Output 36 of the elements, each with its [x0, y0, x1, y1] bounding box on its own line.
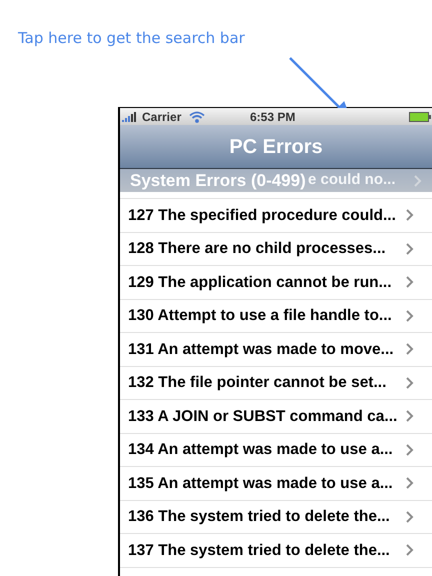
- list-row[interactable]: 136 The system tried to delete the...: [120, 500, 432, 534]
- annotation-text: Tap here to get the search bar: [18, 28, 246, 48]
- row-text: 134 An attempt was made to use a...: [127, 440, 394, 460]
- chevron-icon: [406, 477, 414, 490]
- chevron-icon: [406, 410, 414, 422]
- wifi-icon: [189, 110, 206, 122]
- section-title: System Errors (0-499): [129, 170, 306, 192]
- battery-icon: [409, 112, 431, 122]
- row-text: 133 A JOIN or SUBST command ca...: [127, 406, 398, 427]
- carrier-label: Carrier: [142, 108, 182, 126]
- chevron-icon: [406, 209, 414, 222]
- row-text: 131 An attempt was made to move...: [127, 340, 395, 360]
- row-text: 132 The file pointer cannot be set...: [127, 373, 388, 394]
- chevron-icon: [414, 174, 422, 186]
- list-row[interactable]: 128 There are no child processes...: [120, 232, 432, 266]
- chevron-icon: [406, 544, 414, 556]
- chevron-icon: [406, 444, 414, 456]
- row-text: e could no...: [308, 170, 396, 190]
- chevron-icon: [406, 276, 414, 288]
- navigation-title: PC Errors: [229, 134, 323, 160]
- list-row[interactable]: 134 An attempt was made to use a...: [120, 434, 432, 467]
- chevron-icon: [406, 242, 414, 255]
- list-row[interactable]: 132 The file pointer cannot be set...: [120, 366, 432, 400]
- row-text: 136 The system tried to delete the...: [127, 507, 391, 528]
- list-row[interactable]: 130 Attempt to use a file handle to...: [120, 300, 432, 333]
- chevron-icon: [406, 376, 414, 389]
- status-time: 6:53 PM: [250, 108, 296, 126]
- chevron-icon: [406, 343, 414, 356]
- row-text: 127 The specified procedure could...: [127, 206, 397, 226]
- row-text: 128 There are no child processes...: [127, 239, 387, 260]
- row-text: 130 Attempt to use a file handle to...: [127, 306, 393, 326]
- row-text: 135 An attempt was made to use a...: [127, 474, 394, 494]
- chevron-icon: [406, 510, 414, 523]
- chevron-icon: [406, 310, 414, 322]
- row-text: 137 The system tried to delete the...: [127, 540, 391, 561]
- row-text: 129 The application cannot be run...: [127, 272, 393, 293]
